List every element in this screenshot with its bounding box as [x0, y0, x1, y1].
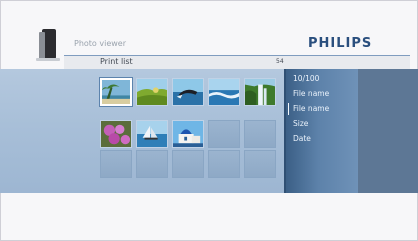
thumbnail-empty-slot[interactable] — [244, 120, 276, 148]
file-name-label: File name — [293, 89, 330, 98]
thumbnail-empty-slot[interactable] — [244, 150, 276, 178]
app-title: Photo viewer — [74, 39, 126, 48]
print-list-title: Print list — [100, 57, 133, 66]
thumbnail-empty-slot[interactable] — [100, 150, 132, 178]
thumbnail-sailing-boat[interactable] — [136, 120, 168, 148]
file-name-field[interactable]: File name — [293, 104, 329, 113]
thumbnail-waterfall[interactable] — [244, 78, 276, 106]
thumbnail-white-village[interactable] — [172, 120, 204, 148]
item-count: 54 — [276, 58, 284, 65]
thumbnail-empty-slot[interactable] — [172, 150, 204, 178]
photo-frame-device-icon — [36, 29, 60, 61]
thumbnail-pink-flowers[interactable] — [100, 120, 132, 148]
thumbnail-empty-slot[interactable] — [208, 120, 240, 148]
thumbnail-ocean-wave[interactable] — [208, 78, 240, 106]
photo-index: 10/100 — [293, 74, 320, 83]
selection-cursor — [288, 103, 289, 115]
brand-logo-text: PHILIPS — [308, 36, 373, 51]
thumbnail-whale-jump[interactable] — [172, 78, 204, 106]
thumbnail-empty-slot[interactable] — [136, 150, 168, 178]
info-panel — [286, 69, 358, 193]
thumbnail-green-field[interactable] — [136, 78, 168, 106]
size-label: Size — [293, 119, 309, 128]
thumbnail-grid — [100, 78, 278, 190]
info-panel-backdrop — [358, 69, 418, 193]
thumbnail-palm-beach[interactable] — [100, 78, 132, 106]
thumbnail-empty-slot[interactable] — [208, 150, 240, 178]
date-label: Date — [293, 134, 311, 143]
